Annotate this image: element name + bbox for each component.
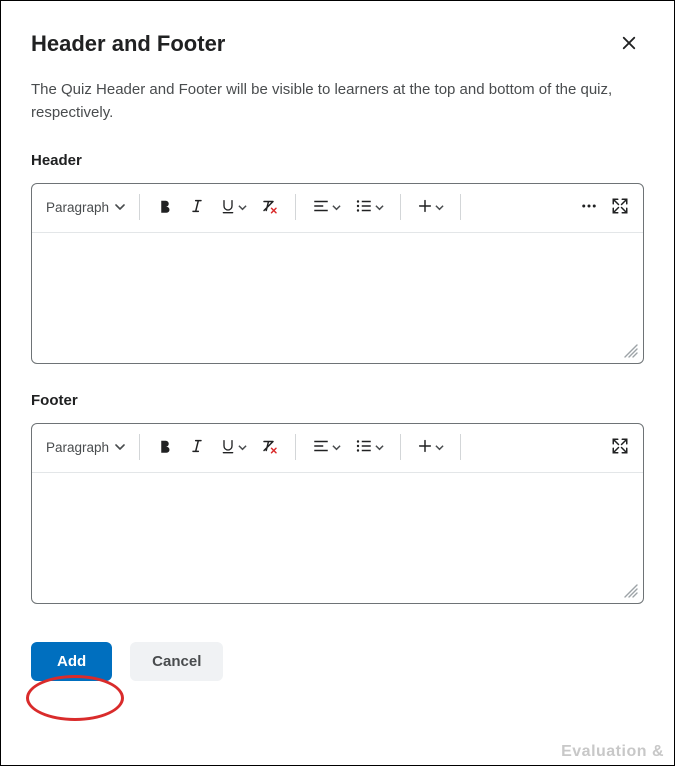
dialog-actions: Add Cancel xyxy=(31,632,644,681)
add-button[interactable]: Add xyxy=(31,642,112,681)
toolbar-separator xyxy=(460,194,461,220)
bold-icon xyxy=(156,437,174,458)
toolbar-separator xyxy=(295,194,296,220)
list-button[interactable] xyxy=(349,432,390,462)
list-icon xyxy=(355,437,373,458)
italic-icon xyxy=(189,437,205,458)
header-toolbar: Paragraph xyxy=(32,184,643,233)
paragraph-style-label: Paragraph xyxy=(46,440,109,455)
align-button[interactable] xyxy=(306,192,347,222)
resize-handle[interactable] xyxy=(623,583,639,599)
cancel-button[interactable]: Cancel xyxy=(130,642,223,681)
dialog-title: Header and Footer xyxy=(31,31,225,57)
bold-button[interactable] xyxy=(150,432,180,462)
clear-format-icon xyxy=(261,197,279,218)
toolbar-separator xyxy=(139,434,140,460)
paragraph-style-label: Paragraph xyxy=(46,200,109,215)
align-icon xyxy=(312,197,330,218)
clear-format-button[interactable] xyxy=(255,432,285,462)
clear-format-button[interactable] xyxy=(255,192,285,222)
close-icon xyxy=(620,34,638,55)
toolbar-separator xyxy=(400,434,401,460)
toolbar-separator xyxy=(139,194,140,220)
chevron-down-icon xyxy=(115,440,125,455)
close-button[interactable] xyxy=(614,29,644,59)
dialog-header: Header and Footer xyxy=(31,29,644,59)
italic-button[interactable] xyxy=(182,192,212,222)
footer-editor: Paragraph xyxy=(31,423,644,604)
footer-content-area[interactable] xyxy=(32,473,643,603)
toolbar-separator xyxy=(295,434,296,460)
toolbar-separator xyxy=(400,194,401,220)
italic-button[interactable] xyxy=(182,432,212,462)
list-icon xyxy=(355,197,373,218)
header-content-area[interactable] xyxy=(32,233,643,363)
bold-button[interactable] xyxy=(150,192,180,222)
align-button[interactable] xyxy=(306,432,347,462)
chevron-down-icon xyxy=(330,440,341,455)
fullscreen-button[interactable] xyxy=(605,432,635,462)
chevron-down-icon xyxy=(433,200,444,215)
resize-handle[interactable] xyxy=(623,343,639,359)
more-button[interactable] xyxy=(573,192,605,222)
clear-format-icon xyxy=(261,437,279,458)
chevron-down-icon xyxy=(236,200,247,215)
footer-section-label: Footer xyxy=(31,392,644,409)
toolbar-separator xyxy=(460,434,461,460)
insert-button[interactable] xyxy=(411,192,450,222)
underline-icon xyxy=(220,197,236,218)
chevron-down-icon xyxy=(373,200,384,215)
bold-icon xyxy=(156,197,174,218)
insert-button[interactable] xyxy=(411,432,450,462)
align-icon xyxy=(312,437,330,458)
fullscreen-icon xyxy=(611,437,629,458)
footer-toolbar: Paragraph xyxy=(32,424,643,473)
paragraph-style-select[interactable]: Paragraph xyxy=(40,196,129,219)
ellipsis-icon xyxy=(579,197,599,218)
fullscreen-icon xyxy=(611,197,629,218)
list-button[interactable] xyxy=(349,192,390,222)
chevron-down-icon xyxy=(330,200,341,215)
chevron-down-icon xyxy=(433,440,444,455)
underline-icon xyxy=(220,437,236,458)
header-footer-dialog: Header and Footer The Quiz Header and Fo… xyxy=(0,0,675,766)
plus-icon xyxy=(417,198,433,217)
chevron-down-icon xyxy=(236,440,247,455)
plus-icon xyxy=(417,438,433,457)
dialog-description: The Quiz Header and Footer will be visib… xyxy=(31,79,644,124)
underline-button[interactable] xyxy=(214,432,253,462)
background-text: Evaluation & xyxy=(561,743,664,761)
chevron-down-icon xyxy=(115,200,125,215)
chevron-down-icon xyxy=(373,440,384,455)
underline-button[interactable] xyxy=(214,192,253,222)
header-editor: Paragraph xyxy=(31,183,644,364)
italic-icon xyxy=(189,197,205,218)
fullscreen-button[interactable] xyxy=(605,192,635,222)
header-section-label: Header xyxy=(31,152,644,169)
paragraph-style-select[interactable]: Paragraph xyxy=(40,436,129,459)
